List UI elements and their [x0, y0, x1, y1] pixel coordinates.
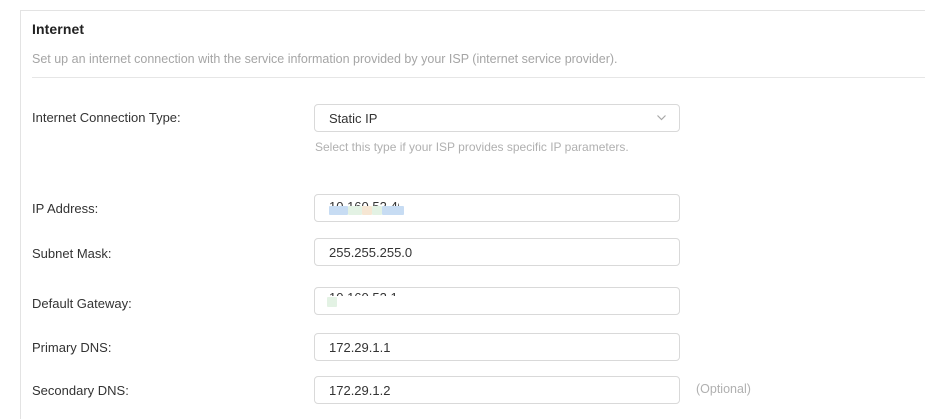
secondary-dns-optional-note: (Optional): [696, 382, 751, 396]
ip-address-label: IP Address:: [32, 201, 99, 216]
secondary-dns-value: 172.29.1.2: [329, 383, 391, 398]
redaction-mark: [372, 206, 382, 215]
connection-type-label: Internet Connection Type:: [32, 110, 181, 125]
redaction-mark: [329, 206, 348, 215]
subnet-mask-input[interactable]: 255.255.255.0: [314, 238, 680, 266]
subnet-mask-label: Subnet Mask:: [32, 246, 112, 261]
secondary-dns-label: Secondary DNS:: [32, 383, 129, 398]
chevron-down-icon: [657, 115, 666, 121]
redaction-mark: [348, 206, 362, 215]
default-gateway-obscured-text: 10.160.52.1: [329, 291, 409, 296]
primary-dns-value: 172.29.1.1: [329, 340, 391, 355]
divider: [32, 77, 925, 78]
redaction-mark: [382, 206, 404, 215]
primary-dns-input[interactable]: 172.29.1.1: [314, 333, 680, 361]
connection-type-select[interactable]: Static IP: [314, 104, 680, 132]
section-title: Internet: [32, 21, 85, 37]
connection-type-hint: Select this type if your ISP provides sp…: [315, 140, 629, 154]
ip-address-input[interactable]: 10.160.52.40: [314, 194, 680, 222]
connection-type-value: Static IP: [329, 111, 378, 126]
section-description: Set up an internet connection with the s…: [32, 52, 618, 66]
subnet-mask-value: 255.255.255.0: [329, 245, 413, 260]
secondary-dns-input[interactable]: 172.29.1.2: [314, 376, 680, 404]
default-gateway-input[interactable]: 10.160.52.1: [314, 287, 680, 315]
primary-dns-label: Primary DNS:: [32, 340, 112, 355]
default-gateway-label: Default Gateway:: [32, 296, 132, 311]
redaction-mark: [327, 297, 337, 307]
redaction-mark: [362, 206, 372, 215]
